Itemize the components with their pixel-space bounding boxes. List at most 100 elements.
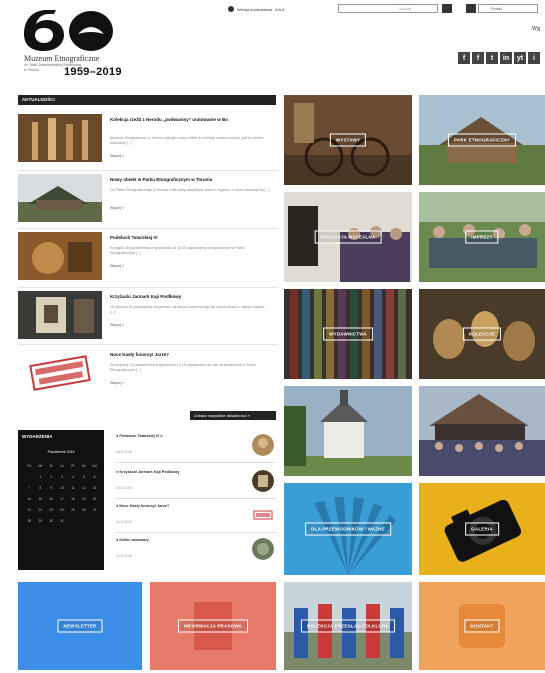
calendar-day[interactable]: 16	[46, 497, 57, 501]
tile-newsletter[interactable]: NEWSLETTER	[18, 582, 142, 670]
tile-events[interactable]: IMPREZY	[419, 192, 545, 282]
tile-education[interactable]: EDUKACJA MUZEALNA	[284, 192, 412, 282]
news-thumbnail[interactable]	[18, 114, 102, 162]
twitter-icon[interactable]: t	[486, 52, 498, 64]
event-item[interactable]: ● Podsłuch Tatarskiej IV's 18.10.2019	[116, 432, 276, 466]
calendar-day[interactable]: 13	[89, 486, 100, 490]
tile-label[interactable]: GALERIA	[465, 522, 499, 536]
event-item[interactable]: ● Dzikie zakamary 23.10.2019	[116, 536, 276, 570]
news-item[interactable]: Noce Kasły funorsy! Jarze? W niedzielę 2…	[18, 349, 278, 405]
tile-ethnographic-park[interactable]: PARK ETNOGRAFICZNY	[419, 95, 545, 185]
calendar-day[interactable]: 24	[57, 508, 68, 512]
calendar-day[interactable]: 15	[35, 497, 46, 501]
calendar-day[interactable]: 6	[89, 475, 100, 479]
tile-label[interactable]: WYDAWNICTWA	[323, 327, 373, 341]
calendar-day[interactable]: 31	[57, 519, 68, 523]
language-flag-icon[interactable]	[466, 4, 476, 13]
event-title[interactable]: ● Krzyżacki Jarmark Kaji Podlkowy	[116, 470, 236, 475]
news-title[interactable]: Nowy obiekt w Parku Etnograficznym w Tor…	[110, 177, 260, 183]
calendar-day[interactable]: 17	[57, 497, 68, 501]
language-select[interactable]: Polski	[478, 4, 538, 13]
tile-church-photo[interactable]	[284, 386, 412, 476]
calendar-day[interactable]: 27	[89, 508, 100, 512]
event-item[interactable]: ● Krzyżacki Jarmark Kaji Podlkowy 19.10.…	[116, 468, 276, 502]
news-item[interactable]: Podsłuch Tatarskiej IV W piątek 18 paźdz…	[18, 232, 278, 288]
news-item[interactable]: Kolekcja rzeźb z Nerodu „podwaniny” urat…	[18, 114, 278, 170]
calendar-day[interactable]: 11	[67, 486, 78, 490]
facebook-icon[interactable]: f	[458, 52, 470, 64]
event-stamp-icon[interactable]	[252, 504, 274, 526]
linkedin-icon[interactable]: in	[500, 52, 512, 64]
tile-festival-photo[interactable]	[419, 386, 545, 476]
news-item[interactable]: Nowy obiekt w Parku Etnograficznym w Tor…	[18, 174, 278, 230]
instagram-icon[interactable]: i	[528, 52, 540, 64]
calendar-day[interactable]: 19	[78, 497, 89, 501]
news-thumbnail[interactable]	[18, 174, 102, 222]
news-more-link[interactable]: Więcej »	[110, 264, 124, 268]
tile-publications[interactable]: WYDAWNICTWA	[284, 289, 412, 379]
calendar-day[interactable]: 3	[57, 475, 68, 479]
event-title[interactable]: ● Noce Kasły funorsy! Jarze?	[116, 504, 236, 509]
tile-gallery[interactable]: GALERIA	[419, 483, 545, 575]
news-more-link[interactable]: Więcej »	[110, 323, 124, 327]
calendar-day[interactable]: 20	[89, 497, 100, 501]
news-title[interactable]: Kolekcja rzeźb z Nerodu „podwaniny” urat…	[110, 117, 260, 123]
event-title[interactable]: ● Podsłuch Tatarskiej IV's	[116, 434, 236, 439]
search-input[interactable]: Szukaj	[338, 4, 438, 13]
tile-label[interactable]: NEWSLETTER	[57, 619, 103, 633]
tile-label[interactable]: IMPREZY	[465, 230, 499, 244]
news-thumbnail[interactable]	[18, 232, 102, 280]
news-more-link[interactable]: Więcej »	[110, 154, 124, 158]
calendar-day[interactable]: 8	[35, 486, 46, 490]
tile-label[interactable]: KOLEKCJE	[462, 327, 502, 341]
event-item[interactable]: ● Noce Kasły funorsy! Jarze? 20.10.2019	[116, 502, 276, 536]
tile-label[interactable]: DLA PRZEWODNIKÓW / WAŻNE	[305, 522, 391, 536]
contrast-icon[interactable]	[228, 6, 234, 12]
tile-label[interactable]: KONTAKT	[464, 619, 500, 633]
calendar-day[interactable]: 1	[35, 475, 46, 479]
calendar-day[interactable]: 30	[46, 519, 57, 523]
font-size-tools[interactable]: A A A	[275, 7, 284, 12]
tile-for-guides[interactable]: DLA PRZEWODNIKÓW / WAŻNE	[284, 483, 412, 575]
news-title[interactable]: Podsłuch Tatarskiej IV	[110, 235, 260, 241]
search-button[interactable]	[442, 4, 452, 13]
all-news-button[interactable]: Zobacz wszystkie aktualności »	[190, 411, 276, 420]
event-thumbnail[interactable]	[252, 538, 274, 560]
tile-label[interactable]: INFORMACJA PRASOWA	[178, 619, 248, 633]
calendar-day[interactable]: 4	[67, 475, 78, 479]
tile-press[interactable]: INFORMACJA PRASOWA	[150, 582, 276, 670]
calendar-day[interactable]: 23	[46, 508, 57, 512]
news-title[interactable]: Noce Kasły funorsy! Jarze?	[110, 352, 260, 358]
calendar-day[interactable]: 7	[24, 486, 35, 490]
tile-label[interactable]: EDUKACJA MUZEALNA	[314, 230, 382, 244]
calendar-day[interactable]: 26	[78, 508, 89, 512]
news-thumbnail[interactable]	[18, 291, 102, 339]
news-more-link[interactable]: Więcej »	[110, 206, 124, 210]
tile-folklore[interactable]: KOLEKCJA PRZEGLĄD FOLKLORU	[284, 582, 412, 670]
calendar-day[interactable]: 18	[67, 497, 78, 501]
facebook-icon-2[interactable]: f	[472, 52, 484, 64]
tile-collections[interactable]: KOLEKCJE	[419, 289, 545, 379]
event-thumbnail[interactable]	[252, 434, 274, 456]
calendar-day[interactable]: 14	[24, 497, 35, 501]
museum-stamp-logo[interactable]	[18, 349, 102, 397]
calendar-day[interactable]: 9	[46, 486, 57, 490]
calendar-day[interactable]: 10	[57, 486, 68, 490]
tile-label[interactable]: WYSTAWY	[329, 133, 367, 147]
top-right-link[interactable]: Wyj	[532, 26, 540, 32]
calendar-day[interactable]: 25	[67, 508, 78, 512]
news-more-link[interactable]: Więcej »	[110, 381, 124, 385]
tile-contact[interactable]: KONTAKT	[419, 582, 545, 670]
calendar-day[interactable]: 2	[46, 475, 57, 479]
tile-label[interactable]: KOLEKCJA PRZEGLĄD FOLKLORU	[300, 619, 396, 633]
event-title[interactable]: ● Dzikie zakamary	[116, 538, 236, 543]
youtube-icon[interactable]: yt	[514, 52, 526, 64]
news-item[interactable]: Krzyżacki Jarmark Kaji Podlkowy 28 sierp…	[18, 291, 278, 347]
calendar-day[interactable]: 21	[24, 508, 35, 512]
calendar-day[interactable]: 28	[24, 519, 35, 523]
tile-label[interactable]: PARK ETNOGRAFICZNY	[447, 133, 517, 147]
calendar-day[interactable]: 5	[78, 475, 89, 479]
contrast-link[interactable]: Wersja kontrastowa	[237, 7, 272, 12]
news-title[interactable]: Krzyżacki Jarmark Kaji Podlkowy	[110, 294, 260, 300]
event-thumbnail[interactable]	[252, 470, 274, 492]
